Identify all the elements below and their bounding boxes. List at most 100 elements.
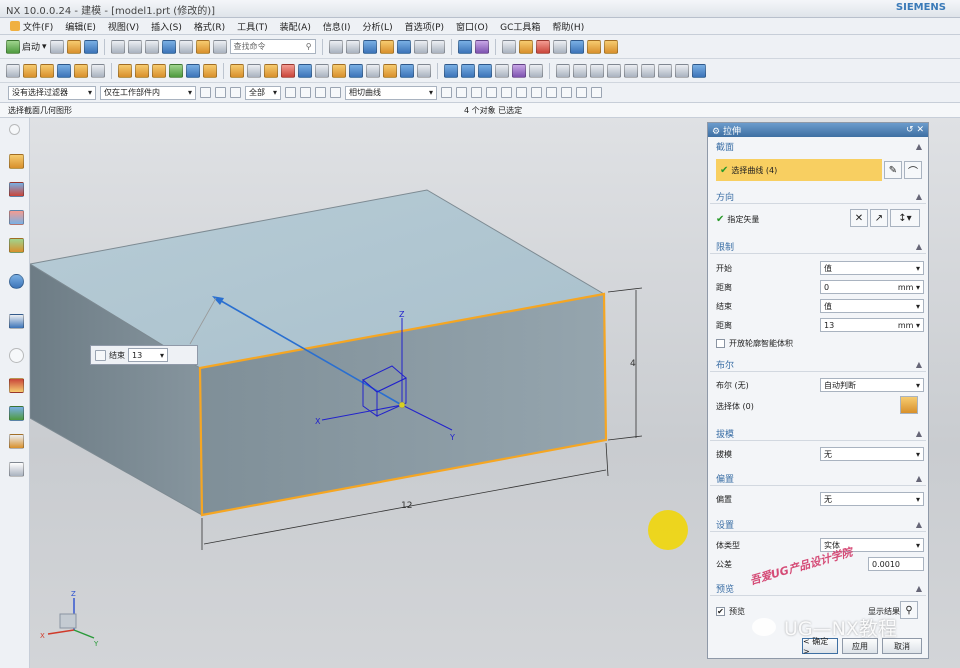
start-distance-input[interactable]: 0 mm ▾	[820, 280, 924, 294]
layer-icon[interactable]	[379, 39, 394, 54]
draft-dropdown[interactable]: 无 ▾	[820, 447, 924, 461]
close-icon[interactable]: ✕	[916, 125, 924, 135]
menu-insert[interactable]: 插入(S)	[145, 20, 188, 33]
touch-mode-icon[interactable]	[212, 39, 227, 54]
menu-file[interactable]: 文件(F)	[4, 20, 59, 33]
intersection-curve-icon[interactable]	[675, 63, 689, 78]
intersect-icon[interactable]	[152, 63, 166, 78]
group-icon[interactable]	[569, 39, 584, 54]
snap-icon[interactable]	[518, 39, 533, 54]
collapse-icon[interactable]: ▲	[916, 242, 922, 251]
revolve-icon[interactable]	[40, 63, 54, 78]
tolerance-input[interactable]: 0.0010	[868, 557, 924, 571]
part-navigator-icon[interactable]	[586, 39, 601, 54]
preview-checkbox[interactable]	[716, 606, 725, 616]
spline-icon[interactable]	[607, 63, 621, 78]
vector-type-dropdown[interactable]: ↕▾	[890, 209, 920, 227]
select-all-icon[interactable]	[285, 87, 296, 98]
subtract-icon[interactable]	[135, 63, 149, 78]
measure-icon[interactable]	[501, 39, 516, 54]
curve-rule-icon[interactable]	[330, 87, 341, 98]
role-icon[interactable]	[9, 434, 24, 449]
block-icon[interactable]	[57, 63, 71, 78]
collapse-icon[interactable]: ▲	[916, 429, 922, 438]
ruled-icon[interactable]	[417, 63, 431, 78]
command-finder-icon[interactable]	[195, 39, 210, 54]
deselect-icon[interactable]	[300, 87, 311, 98]
shell-icon[interactable]	[203, 63, 217, 78]
popup-end-value-field[interactable]: 13 ▾	[128, 348, 168, 362]
move-object-icon[interactable]	[552, 39, 567, 54]
web-browser-icon[interactable]	[9, 314, 24, 329]
menu-tools[interactable]: 工具(T)	[231, 20, 274, 33]
polygon-icon[interactable]	[624, 63, 638, 78]
display-mode-icon[interactable]	[430, 39, 445, 54]
follow-fillet-icon[interactable]	[456, 87, 467, 98]
offset-face-icon[interactable]	[315, 63, 329, 78]
offset-curve-icon[interactable]	[641, 63, 655, 78]
line-icon[interactable]	[556, 63, 570, 78]
studio-surface-icon[interactable]	[461, 63, 475, 78]
stop-at-intersection-icon[interactable]	[441, 87, 452, 98]
redo-icon[interactable]	[178, 39, 193, 54]
collapse-icon[interactable]: ▲	[916, 584, 922, 593]
through-curves-icon[interactable]	[444, 63, 458, 78]
menu-format[interactable]: 格式(R)	[188, 20, 231, 33]
reuse-library-icon[interactable]	[9, 238, 24, 253]
shaded-view-icon[interactable]	[362, 39, 377, 54]
collapse-icon[interactable]: ▲	[916, 142, 922, 151]
selection-scope-dropdown[interactable]: 仅在工作部件内 ▾	[100, 85, 196, 100]
curve-rule-dropdown[interactable]: 相切曲线 ▾	[345, 85, 437, 100]
command-search-input[interactable]: 查找命令 ⚲	[229, 39, 316, 54]
draft-icon[interactable]	[230, 63, 244, 78]
select-curve-field[interactable]: ✔ 选择曲线 (4)	[716, 159, 882, 181]
internet-explorer-icon[interactable]	[9, 274, 24, 289]
part-navigator-icon[interactable]	[9, 210, 24, 225]
menu-view[interactable]: 视图(V)	[102, 20, 145, 33]
hole-icon[interactable]	[91, 63, 105, 78]
select-feature-icon[interactable]	[230, 87, 241, 98]
sketch-icon[interactable]	[6, 63, 20, 78]
sketch-section-icon[interactable]: ✎	[884, 161, 902, 179]
thicken-icon[interactable]	[332, 63, 346, 78]
paste-icon[interactable]	[144, 39, 159, 54]
open-profile-row[interactable]: 开放轮廓智能体积	[716, 335, 924, 351]
menu-preferences[interactable]: 首选项(P)	[399, 20, 450, 33]
x-form-icon[interactable]	[512, 63, 526, 78]
end-distance-input[interactable]: 13 mm ▾	[820, 318, 924, 332]
end-type-dropdown[interactable]: 值 ▾	[820, 299, 924, 313]
reverse-direction-icon[interactable]: ✕	[850, 209, 868, 227]
open-folder-icon[interactable]	[66, 39, 81, 54]
point-icon[interactable]	[590, 63, 604, 78]
height-dimension[interactable]	[607, 287, 643, 441]
endpoint-snap-icon[interactable]	[486, 87, 497, 98]
mirror-icon[interactable]	[298, 63, 312, 78]
fit-view-icon[interactable]	[328, 39, 343, 54]
arc-icon[interactable]	[573, 63, 587, 78]
menu-analysis[interactable]: 分析(L)	[357, 20, 399, 33]
arc-center-snap-icon[interactable]	[546, 87, 557, 98]
start-type-dropdown[interactable]: 值 ▾	[820, 261, 924, 275]
collapse-icon[interactable]: ▲	[916, 192, 922, 201]
reset-icon[interactable]: ↺	[906, 125, 914, 135]
filter-settings-icon[interactable]	[200, 87, 211, 98]
split-body-icon[interactable]	[264, 63, 278, 78]
unite-icon[interactable]	[118, 63, 132, 78]
emboss-icon[interactable]	[383, 63, 397, 78]
select-body-icon[interactable]	[900, 396, 918, 414]
midpoint-snap-icon[interactable]	[501, 87, 512, 98]
vector-dialog-icon[interactable]: ↗	[870, 209, 888, 227]
collapse-icon[interactable]: ▲	[916, 360, 922, 369]
bounded-plane-icon[interactable]	[478, 63, 492, 78]
assembly-navigator-icon[interactable]	[9, 154, 24, 169]
curve-section-icon[interactable]: ⌒	[904, 161, 922, 179]
boolean-dropdown[interactable]: 自动判断 ▾	[820, 378, 924, 392]
section-view-icon[interactable]	[396, 39, 411, 54]
collapse-icon[interactable]: ▲	[916, 474, 922, 483]
menu-assemblies[interactable]: 装配(A)	[274, 20, 317, 33]
show-hide-icon[interactable]	[457, 39, 472, 54]
menu-edit[interactable]: 编辑(E)	[59, 20, 102, 33]
constraint-navigator-icon[interactable]	[9, 182, 24, 197]
chain-within-feature-icon[interactable]	[471, 87, 482, 98]
save-icon[interactable]	[83, 39, 98, 54]
